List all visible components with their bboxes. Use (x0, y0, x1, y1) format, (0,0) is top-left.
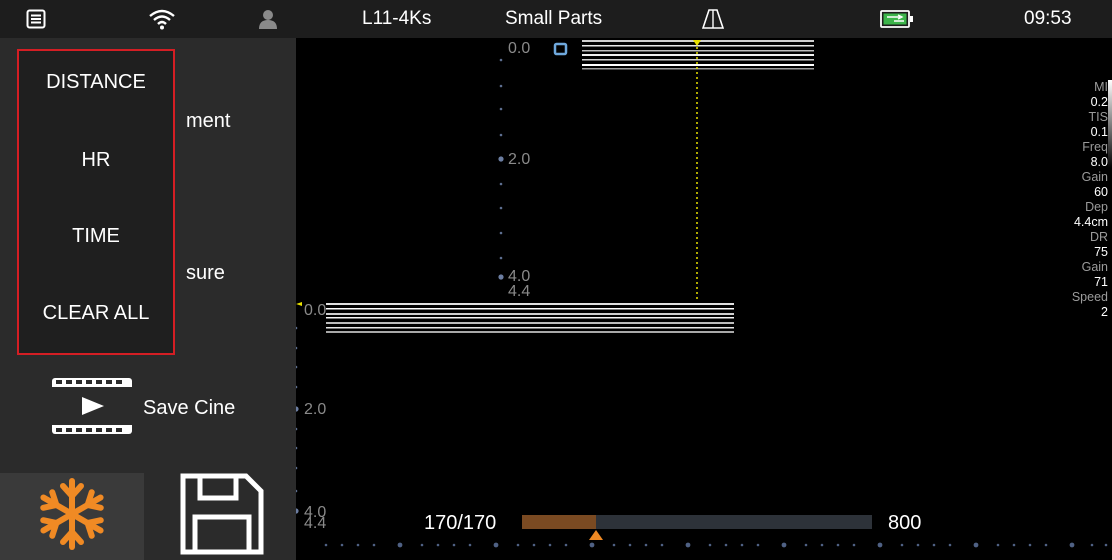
save-image-button[interactable] (147, 473, 296, 560)
time-menu-item[interactable]: TIME (19, 225, 173, 248)
save-cine-button[interactable]: Save Cine (52, 377, 236, 439)
m-mode-lines (326, 303, 734, 333)
floppy-disk-icon (180, 473, 264, 560)
param-value: 71 (1094, 275, 1108, 289)
cine-total-frames: 800 (888, 512, 922, 534)
cine-position-marker[interactable] (589, 530, 603, 540)
probe-label[interactable]: L11-4Ks (362, 0, 431, 38)
distance-menu-item[interactable]: DISTANCE (19, 71, 173, 94)
cine-frame-counter: 170/170 (424, 512, 497, 534)
measure-label[interactable]: sure (186, 262, 225, 285)
param-value: 4.4cm (1073, 215, 1108, 229)
cine-progress-bar[interactable] (522, 515, 872, 529)
freeze-button[interactable] (0, 473, 144, 560)
save-cine-label: Save Cine (143, 396, 236, 419)
left-panel: ment sure DISTANCE HR TIME CLEAR ALL Sav… (0, 38, 296, 560)
param-value: 60 (1094, 185, 1108, 199)
param-value: 8.0 (1090, 155, 1108, 169)
user-icon (258, 0, 280, 38)
ultrasound-image-area[interactable]: 0.0 2.0 4.0 4.4 0.0 2.0 4.0 4.4 MI 0.2 T… (296, 38, 1112, 560)
top-depth-label-0: 0.0 (508, 40, 531, 57)
param-value: 2 (1101, 305, 1108, 319)
param-label: DR (1089, 230, 1108, 244)
param-label: Gain (1081, 170, 1108, 184)
ultrasound-image (296, 40, 1108, 548)
bottom-depth-label-max: 4.4 (304, 515, 327, 532)
measurement-popup-menu: DISTANCE HR TIME CLEAR ALL (17, 49, 175, 355)
measurement-label[interactable]: ment (186, 110, 230, 133)
wifi-icon (148, 0, 178, 38)
menu-icon[interactable] (26, 0, 48, 38)
param-label: Speed (1071, 290, 1108, 304)
param-value: 0.2 (1090, 95, 1108, 109)
status-bar: L11-4Ks Small Parts 09:53 (0, 0, 1112, 38)
top-depth-label-2: 2.0 (508, 151, 531, 168)
param-value: 0.1 (1090, 125, 1108, 139)
bottom-depth-label-0: 0.0 (304, 302, 327, 319)
film-play-icon (52, 377, 132, 439)
param-label: Dep (1085, 200, 1108, 214)
bottom-action-row (0, 473, 296, 560)
bottom-depth-label-2: 2.0 (304, 401, 327, 418)
snowflake-icon (40, 477, 104, 556)
param-label: MI (1094, 80, 1108, 94)
imaging-parameters: MI 0.2 TIS 0.1 Freq 8.0 Gain 60 Dep 4.4c… (1072, 80, 1108, 320)
param-label: TIS (1088, 110, 1108, 124)
cine-progress-fill (522, 515, 596, 529)
param-label: Gain (1081, 260, 1108, 274)
param-label: Freq (1082, 140, 1108, 154)
param-value: 75 (1094, 245, 1108, 259)
preset-label[interactable]: Small Parts (505, 0, 602, 38)
clock: 09:53 (1024, 8, 1072, 29)
hr-menu-item[interactable]: HR (19, 149, 173, 172)
clear-all-menu-item[interactable]: CLEAR ALL (19, 302, 173, 325)
top-depth-label-max: 4.4 (508, 283, 531, 300)
grayscale-bar (1108, 80, 1112, 168)
battery-icon (880, 0, 914, 38)
probe-icon (702, 0, 724, 38)
